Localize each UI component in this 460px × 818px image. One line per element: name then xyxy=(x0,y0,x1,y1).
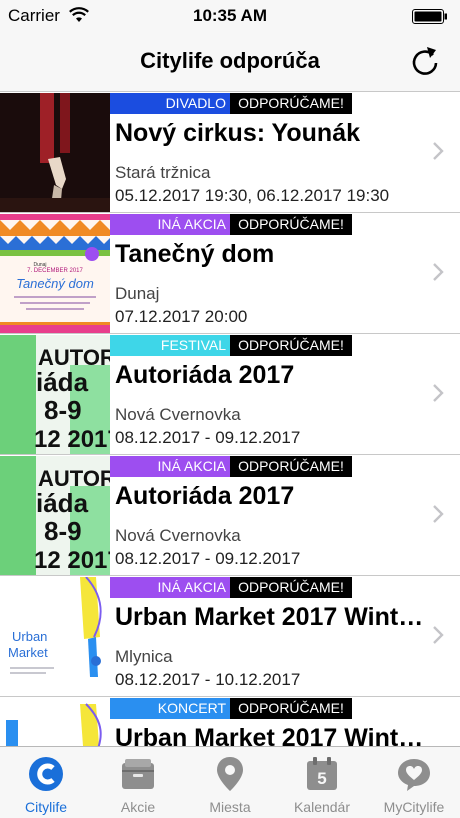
calendar-day-text: 5 xyxy=(317,769,326,788)
category-badge: DIVADLO xyxy=(110,93,230,114)
event-thumbnail-autoriada: AUTOR iáda 8-9 12 2017 xyxy=(0,456,110,575)
page-title: Citylife odporúča xyxy=(140,48,320,73)
tab-bar: Citylife Akcie Miesta 5 Kalendár MyCityl… xyxy=(0,746,460,818)
tab-label: Citylife xyxy=(24,799,67,815)
event-badges: INÁ AKCIA ODPORÚČAME! xyxy=(110,214,352,235)
event-row[interactable]: DIVADLO ODPORÚČAME! Nový cirkus: Younák … xyxy=(0,92,460,213)
refresh-icon[interactable] xyxy=(408,44,442,78)
event-row[interactable]: AUTOR iáda 8-9 12 2017 INÁ AKCIA ODPORÚČ… xyxy=(0,455,460,576)
event-date: 05.12.2017 19:30, 06.12.2017 19:30 xyxy=(115,186,390,205)
event-title: Nový cirkus: Younák xyxy=(115,119,360,147)
event-venue: Stará tržnica xyxy=(115,163,211,182)
tab-label: Miesta xyxy=(209,799,251,815)
event-row[interactable]: Urban Market INÁ AKCIA ODPORÚČAME! Urban… xyxy=(0,576,460,697)
event-row[interactable]: AUTOR iáda 8-9 12 2017 FESTIVAL ODPORÚČA… xyxy=(0,334,460,455)
recommended-badge: ODPORÚČAME! xyxy=(230,456,352,477)
event-badges: DIVADLO ODPORÚČAME! xyxy=(110,93,352,114)
event-date: 08.12.2017 - 09.12.2017 xyxy=(115,549,301,568)
poster-brand-text: Dunaj xyxy=(33,262,46,268)
tab-miesta[interactable]: Miesta xyxy=(184,747,276,818)
event-badges: KONCERT ODPORÚČAME! xyxy=(110,698,352,719)
tab-label: Kalendár xyxy=(293,799,351,815)
poster-market-text: Market xyxy=(8,645,48,660)
recommended-badge: ODPORÚČAME! xyxy=(230,335,352,356)
chevron-right-icon xyxy=(433,384,444,402)
event-list[interactable]: DIVADLO ODPORÚČAME! Nový cirkus: Younák … xyxy=(0,92,460,746)
event-row[interactable]: 7. DECEMBER 2017 Tanečný dom Dunaj INÁ A… xyxy=(0,213,460,334)
category-badge: INÁ AKCIA xyxy=(110,577,230,598)
tab-kalendar[interactable]: 5 Kalendár xyxy=(276,747,368,818)
event-thumbnail-autoriada: AUTOR iáda 8-9 12 2017 xyxy=(0,335,110,454)
poster-line4-text: 12 2017 xyxy=(34,547,110,574)
poster-line4-text: 12 2017 xyxy=(34,426,110,453)
event-badges: FESTIVAL ODPORÚČAME! xyxy=(110,335,352,356)
calendar-icon: 5 xyxy=(307,757,337,790)
event-row[interactable]: KONCERT ODPORÚČAME! Urban Market 2017 Wi… xyxy=(0,697,460,746)
chevron-right-icon xyxy=(433,626,444,644)
status-bar: Carrier 10:35 AM xyxy=(0,0,460,32)
category-badge: FESTIVAL xyxy=(110,335,230,356)
event-thumbnail-circus xyxy=(0,93,110,212)
citylife-logo-icon xyxy=(29,757,63,791)
event-thumbnail-urban-market xyxy=(0,698,110,746)
tab-label: Akcie xyxy=(120,799,156,815)
heart-bubble-icon xyxy=(398,759,430,791)
chevron-right-icon xyxy=(433,142,444,160)
recommended-badge: ODPORÚČAME! xyxy=(230,577,352,598)
event-date: 08.12.2017 - 10.12.2017 xyxy=(115,670,301,689)
recommended-badge: ODPORÚČAME! xyxy=(230,214,352,235)
status-time: 10:35 AM xyxy=(192,6,267,25)
poster-line3-text: 8-9 xyxy=(44,395,82,425)
event-venue: Nová Cvernovka xyxy=(115,405,241,424)
inbox-icon xyxy=(122,759,154,789)
category-badge: KONCERT xyxy=(110,698,230,719)
category-badge: INÁ AKCIA xyxy=(110,214,230,235)
map-pin-icon xyxy=(217,757,243,791)
category-badge: INÁ AKCIA xyxy=(110,456,230,477)
event-title: Tanečný dom xyxy=(115,240,275,268)
event-title: Urban Market 2017 Wint… xyxy=(115,603,424,631)
poster-date-text: 7. DECEMBER 2017 xyxy=(27,268,83,274)
event-title: Urban Market 2017 Wint… xyxy=(115,724,424,746)
battery-icon xyxy=(412,9,447,24)
event-badges: INÁ AKCIA ODPORÚČAME! xyxy=(110,456,352,477)
nav-bar: Citylife odporúča xyxy=(0,32,460,92)
recommended-badge: ODPORÚČAME! xyxy=(230,93,352,114)
event-title: Autoriáda 2017 xyxy=(115,361,295,389)
event-title: Autoriáda 2017 xyxy=(115,482,295,510)
event-thumbnail-urban-market: Urban Market xyxy=(0,577,110,696)
event-badges: INÁ AKCIA ODPORÚČAME! xyxy=(110,577,352,598)
tab-citylife[interactable]: Citylife xyxy=(0,747,92,818)
poster-title-text: Tanečný dom xyxy=(16,276,94,291)
chevron-right-icon xyxy=(433,505,444,523)
chevron-right-icon xyxy=(433,263,444,281)
poster-urban-text: Urban xyxy=(12,629,47,644)
recommended-badge: ODPORÚČAME! xyxy=(230,698,352,719)
event-venue: Nová Cvernovka xyxy=(115,526,241,545)
tab-label: MyCitylife xyxy=(383,799,445,815)
poster-line2-text: iáda xyxy=(36,367,89,397)
event-venue: Mlynica xyxy=(115,647,173,666)
event-venue: Dunaj xyxy=(115,284,160,303)
event-thumbnail-tanecny-dom: 7. DECEMBER 2017 Tanečný dom Dunaj xyxy=(0,214,110,333)
event-date: 07.12.2017 20:00 xyxy=(115,307,248,326)
tab-mycitylife[interactable]: MyCitylife xyxy=(368,747,460,818)
tab-akcie[interactable]: Akcie xyxy=(92,747,184,818)
poster-line2-text: iáda xyxy=(36,488,89,518)
event-date: 08.12.2017 - 09.12.2017 xyxy=(115,428,301,447)
poster-line3-text: 8-9 xyxy=(44,516,82,546)
